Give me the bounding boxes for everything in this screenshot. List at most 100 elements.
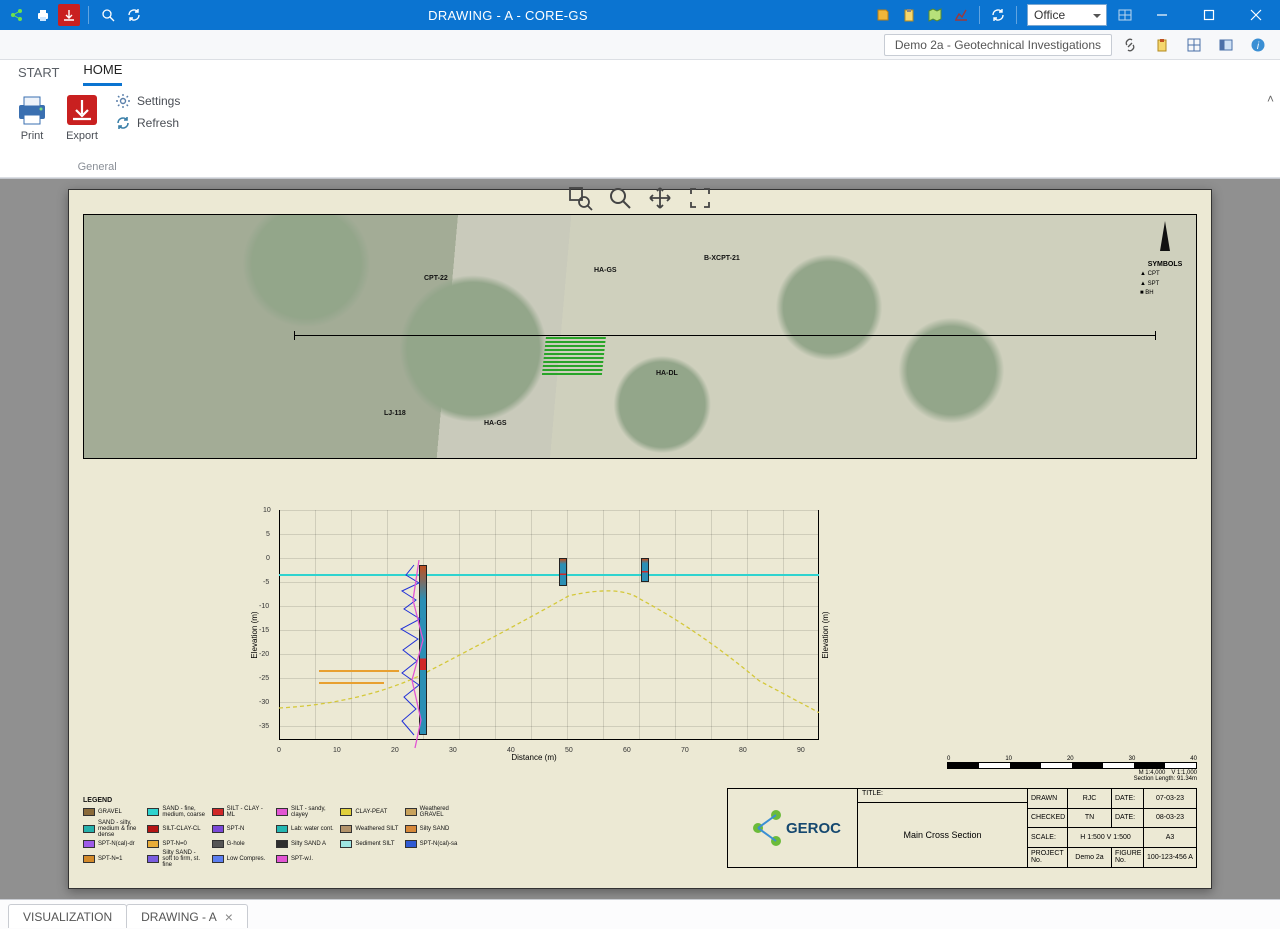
legend-item: SILT - CLAY - ML [212,806,270,818]
app-icon[interactable] [6,4,28,26]
export-icon[interactable] [58,4,80,26]
print-button[interactable]: Print [14,92,50,142]
cross-section-chart[interactable]: Elevation (m) Elevation (m) Distance (m)… [249,510,819,760]
legend-item: CLAY-PEAT [340,808,398,816]
legend-title: LEGEND [83,797,463,804]
fit-icon[interactable] [685,183,715,213]
export-label: Export [66,130,98,142]
print-icon[interactable] [32,4,54,26]
link-icon[interactable] [1116,34,1144,56]
settings-label: Settings [137,94,180,108]
close-button[interactable] [1233,0,1278,30]
map-label: B-XCPT-21 [704,255,740,262]
legend-item: GRAVEL [83,808,141,816]
print-label: Print [21,130,44,142]
site-plan-map[interactable]: CPT-22 HA-GS B-XCPT-21 HA-DL LJ-118 HA-G… [83,214,1197,459]
ribbon-tabs: START HOME [0,60,1280,86]
symbols-title: SYMBOLS [1140,261,1190,268]
drawing-title: Main Cross Section [858,803,1027,867]
orange-marker-2 [319,682,384,684]
layout-icon[interactable] [1113,3,1137,27]
map-label: HA-DL [656,370,678,377]
help-book-icon[interactable] [871,3,895,27]
legend-item: SILT - sandy, clayey [276,806,334,818]
legend-item: G-hole [212,840,270,848]
maximize-button[interactable] [1186,0,1231,30]
project-name: Demo 2a - Geotechnical Investigations [895,38,1101,52]
legend-item: Silty SAND [405,825,463,833]
export-button[interactable]: Export [64,92,100,142]
legend-item: Weathered SILT [340,825,398,833]
paste-icon[interactable] [1148,34,1176,56]
legend-item: SPT-N=0 [147,840,205,848]
ribbon-collapse-icon[interactable]: ˄ [1267,92,1274,106]
borehole-b [559,558,567,586]
svg-text:GEROC: GEROC [786,820,841,837]
legend-item: SAND - fine, medium, coarse [147,806,205,818]
legend-item: Lab: water cont. [276,825,334,833]
legend-item: Silty SAND A [276,840,334,848]
spt-trace-2 [409,560,429,750]
sub-toolbar: Demo 2a - Geotechnical Investigations i [0,30,1280,60]
gear-icon [114,92,132,110]
map-icon[interactable] [923,3,947,27]
ribbon: Print Export Settings Refresh General ˄ [0,86,1280,178]
legend-item: SPT-N(cal)-dr [83,840,141,848]
map-label: CPT-22 [424,275,448,282]
tab-start[interactable]: START [18,61,59,86]
company-logo: GEROC [728,789,858,867]
x-axis-label: Distance (m) [511,753,556,762]
legend-item: SPT-N [212,825,270,833]
title-header: TITLE: [858,789,1027,803]
map-label: HA-GS [594,267,617,274]
drawing-page[interactable]: CPT-22 HA-GS B-XCPT-21 HA-DL LJ-118 HA-G… [68,189,1212,889]
zoom-extents-icon[interactable] [97,4,119,26]
legend-item: Weathered GRAVEL [405,806,463,818]
legend-item: Low Compres. [212,855,270,863]
tab-home[interactable]: HOME [83,58,122,86]
zoom-icon[interactable] [605,183,635,213]
document-tabs: VISUALIZATION DRAWING - A× [0,899,1280,929]
workspace-value: Office [1034,8,1065,22]
chart-icon[interactable] [949,3,973,27]
scale-bar: 0 10 20 30 40 M 1:4,000 V 1:1,000 Sectio… [927,756,1197,782]
borehole-c [641,558,649,582]
legend-item: SPT-N(cal)-sa [405,840,463,848]
project-selector[interactable]: Demo 2a - Geotechnical Investigations [884,34,1112,56]
workspace-dropdown[interactable]: Office [1027,4,1107,26]
legend-item: SAND - silty, medium & fine dense [83,820,141,838]
pan-icon[interactable] [645,183,675,213]
refresh-icon [114,114,132,132]
map-label: LJ-118 [384,410,406,417]
close-tab-icon[interactable]: × [225,910,233,924]
panel-icon[interactable] [1212,34,1240,56]
legend-item: Silty SAND - soft to firm, st. fine [147,850,205,868]
zoom-window-icon[interactable] [565,183,595,213]
title-block: GEROC TITLE: Main Cross Section DRAWNRJC… [727,788,1197,868]
window-title: DRAWING - A - CORE-GS [145,8,871,23]
settings-button[interactable]: Settings [114,92,180,110]
legend: LEGEND GRAVEL SAND - fine, medium, coarse… [83,797,463,868]
section-line [294,335,1156,336]
info-icon[interactable]: i [1244,34,1272,56]
clipboard-icon[interactable] [897,3,921,27]
legend-item: SPT-w.l. [276,855,334,863]
refresh-button[interactable]: Refresh [114,114,180,132]
legend-item: SPT-N=1 [83,855,141,863]
tab-visualization[interactable]: VISUALIZATION [8,904,127,928]
refresh-quick-icon[interactable] [123,4,145,26]
sync-icon[interactable] [986,3,1010,27]
tab-drawing-a[interactable]: DRAWING - A× [126,904,248,928]
north-arrow: SYMBOLS ▲ CPT▲ SPT■ BH [1140,219,1190,299]
map-label: HA-GS [484,420,507,427]
export-red-icon [64,92,100,128]
grid-icon[interactable] [1180,34,1208,56]
y-axis-label: Elevation (m) [250,611,259,658]
legend-item: SILT-CLAY-CL [147,825,205,833]
printer-icon [14,92,50,128]
orange-marker-1 [319,670,399,672]
legend-item: Sediment SILT [340,840,398,848]
refresh-label: Refresh [137,116,179,130]
y-axis-label-right: Elevation (m) [821,611,830,658]
minimize-button[interactable] [1139,0,1184,30]
